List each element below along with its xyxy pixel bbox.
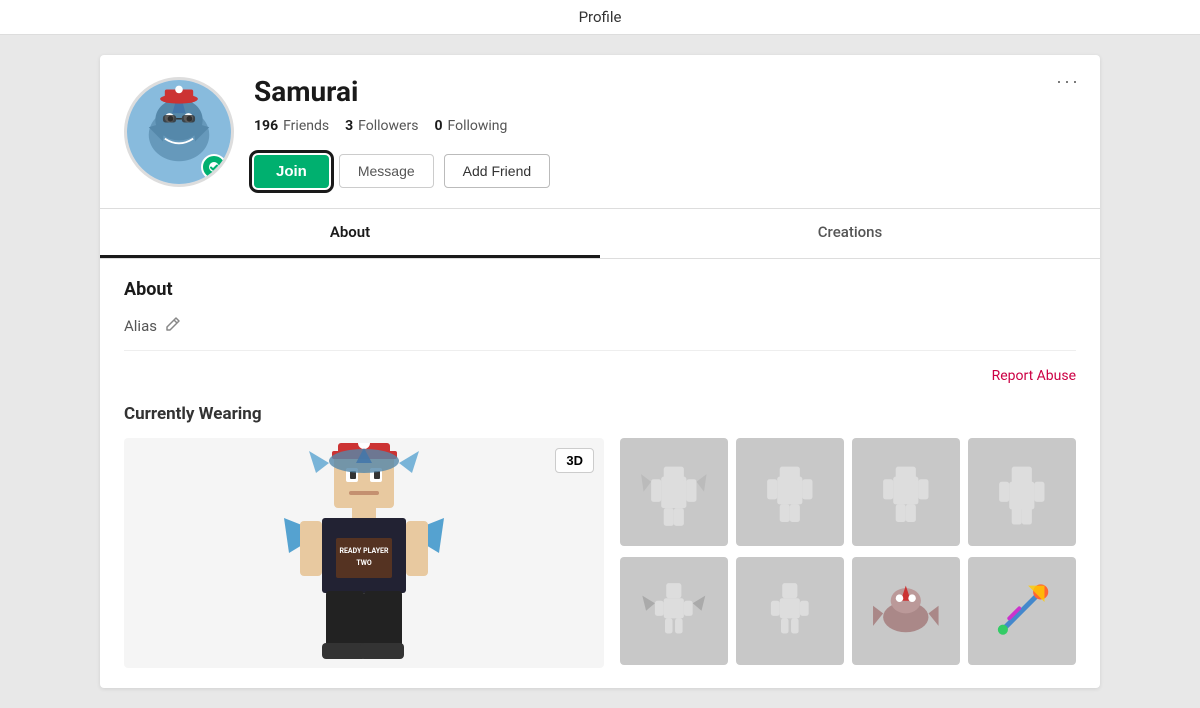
profile-card: Samurai 196 Friends 3 Followers 0 Follow… [100,55,1100,688]
followers-stat: 3 Followers [345,118,418,134]
online-badge [201,154,227,180]
item-thumb-3[interactable] [852,438,960,546]
svg-text:READY PLAYER: READY PLAYER [340,547,389,555]
item-thumb-5[interactable] [620,557,728,665]
svg-text:TWO: TWO [356,559,372,567]
item-thumb-8[interactable] [968,557,1076,665]
page-header: Profile [0,0,1200,35]
friends-label: Friends [283,118,329,134]
report-abuse-link[interactable]: Report Abuse [992,368,1076,384]
profile-header: Samurai 196 Friends 3 Followers 0 Follow… [100,55,1100,208]
profile-stats: 196 Friends 3 Followers 0 Following [254,118,1076,134]
page-title: Profile [579,8,622,26]
report-abuse-section: Report Abuse [124,365,1076,384]
alias-row: Alias [124,316,1076,351]
about-section-title: About [124,279,1076,300]
tab-creations[interactable]: Creations [600,209,1100,258]
currently-wearing-section: Currently Wearing [124,404,1076,668]
more-options-button[interactable]: ··· [1056,71,1080,92]
profile-info: Samurai 196 Friends 3 Followers 0 Follow… [254,75,1076,188]
profile-actions: Join Message Add Friend [254,154,1076,188]
item-thumb-1[interactable] [620,438,728,546]
avatar [124,77,234,187]
profile-username: Samurai [254,75,1076,108]
btn-3d[interactable]: 3D [555,448,594,473]
tabs-container: About Creations [100,208,1100,259]
followers-count: 3 [345,118,353,134]
following-stat: 0 Following [434,118,507,134]
followers-label: Followers [358,118,418,134]
tab-about[interactable]: About [100,209,600,258]
items-grid [620,438,1076,668]
friends-stat: 196 Friends [254,118,329,134]
item-thumb-2[interactable] [736,438,844,546]
wearing-title: Currently Wearing [124,404,1076,424]
following-count: 0 [434,118,442,134]
friends-count: 196 [254,118,278,134]
item-thumb-4[interactable] [968,438,1076,546]
item-thumb-7[interactable] [852,557,960,665]
alias-label: Alias [124,317,157,335]
alias-edit-icon[interactable] [165,316,181,336]
wearing-layout: READY PLAYER TWO [124,438,1076,668]
main-avatar-view: READY PLAYER TWO [124,438,604,668]
join-button[interactable]: Join [254,155,329,188]
main-content: About Alias Report Abuse Currently Weari… [100,259,1100,688]
message-button[interactable]: Message [339,154,434,188]
add-friend-button[interactable]: Add Friend [444,154,550,188]
following-label: Following [448,118,508,134]
item-thumb-6[interactable] [736,557,844,665]
